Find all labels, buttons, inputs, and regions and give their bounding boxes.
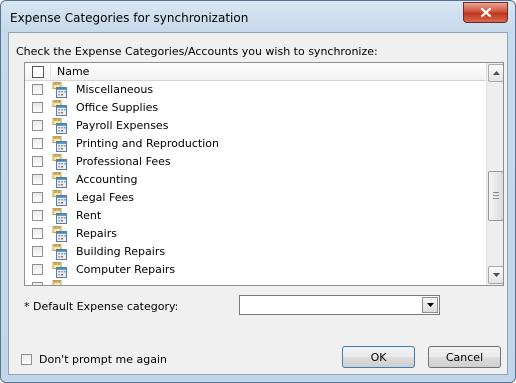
item-checkbox[interactable] [32, 192, 43, 203]
item-checkbox[interactable] [32, 246, 43, 257]
header-divider [50, 64, 51, 79]
item-checkbox[interactable] [32, 120, 43, 131]
expense-category-icon [52, 262, 68, 278]
item-checkbox[interactable] [32, 84, 43, 95]
grip-line [493, 195, 499, 196]
arrow-up-icon [492, 71, 500, 75]
category-list: Name Miscellaneous Office Supplies Payroll… [24, 62, 504, 286]
item-label: Printing and Reproduction [76, 137, 219, 150]
item-label: Office Supplies [76, 101, 159, 114]
expense-category-icon [52, 136, 68, 152]
item-label: Payroll Expenses [76, 119, 169, 132]
dont-prompt-label[interactable]: Don't prompt me again [39, 353, 167, 366]
item-checkbox[interactable] [32, 102, 43, 113]
item-label: Accounting [76, 173, 138, 186]
dropdown-button[interactable] [422, 297, 438, 313]
expense-category-icon [52, 208, 68, 224]
expense-category-icon [52, 280, 68, 285]
grip-line [493, 198, 499, 199]
grip-line [493, 192, 499, 193]
default-category-dropdown[interactable] [239, 295, 440, 315]
expense-category-icon [52, 172, 68, 188]
default-category-label: * Default Expense category: [24, 300, 179, 313]
window-title: Expense Categories for synchronization [10, 11, 249, 25]
chevron-down-icon [426, 303, 434, 307]
item-label: Repairs [76, 227, 117, 240]
list-item[interactable]: Repairs [25, 225, 486, 243]
list-item[interactable]: Professional Fees [25, 153, 486, 171]
item-label: Miscellaneous [76, 83, 154, 96]
cancel-button[interactable]: Cancel [428, 346, 501, 368]
ok-button[interactable]: OK [342, 346, 415, 368]
expense-category-icon [52, 100, 68, 116]
list-item[interactable]: Accounting [25, 171, 486, 189]
expense-category-icon [52, 82, 68, 98]
item-label: Computer Repairs [76, 263, 176, 276]
item-label: Professional Fees [76, 155, 171, 168]
list-header: Name [25, 63, 486, 81]
item-checkbox[interactable] [32, 174, 43, 185]
item-label: Building Repairs [76, 245, 166, 258]
expense-category-icon [52, 226, 68, 242]
item-checkbox[interactable] [32, 282, 43, 285]
name-column-header[interactable]: Name [57, 65, 89, 78]
vertical-scrollbar[interactable] [486, 63, 503, 285]
expense-category-icon [52, 118, 68, 134]
select-all-checkbox[interactable] [32, 66, 44, 78]
close-icon [480, 7, 491, 18]
arrow-down-icon [492, 273, 500, 277]
instruction-text: Check the Expense Categories/Accounts yo… [16, 45, 378, 58]
item-label: Legal Fees [76, 191, 134, 204]
item-checkbox[interactable] [32, 264, 43, 275]
item-checkbox[interactable] [32, 210, 43, 221]
item-checkbox[interactable] [32, 228, 43, 239]
expense-category-icon [52, 190, 68, 206]
list-item-partial[interactable] [25, 279, 486, 285]
dont-prompt-checkbox[interactable] [21, 354, 32, 365]
list-item[interactable]: Payroll Expenses [25, 117, 486, 135]
scroll-down-button[interactable] [488, 266, 503, 284]
expense-category-icon [52, 154, 68, 170]
list-item[interactable]: Rent [25, 207, 486, 225]
close-button[interactable] [463, 2, 508, 23]
item-checkbox[interactable] [32, 156, 43, 167]
list-item[interactable]: Legal Fees [25, 189, 486, 207]
expense-category-icon [52, 244, 68, 260]
scroll-thumb[interactable] [488, 171, 503, 221]
list-item[interactable]: Miscellaneous [25, 81, 486, 99]
list-item[interactable]: Computer Repairs [25, 261, 486, 279]
list-item[interactable]: Building Repairs [25, 243, 486, 261]
list-item[interactable]: Office Supplies [25, 99, 486, 117]
item-checkbox[interactable] [32, 138, 43, 149]
item-label: Rent [76, 209, 102, 222]
scroll-up-button[interactable] [488, 64, 503, 82]
list-item[interactable]: Printing and Reproduction [25, 135, 486, 153]
